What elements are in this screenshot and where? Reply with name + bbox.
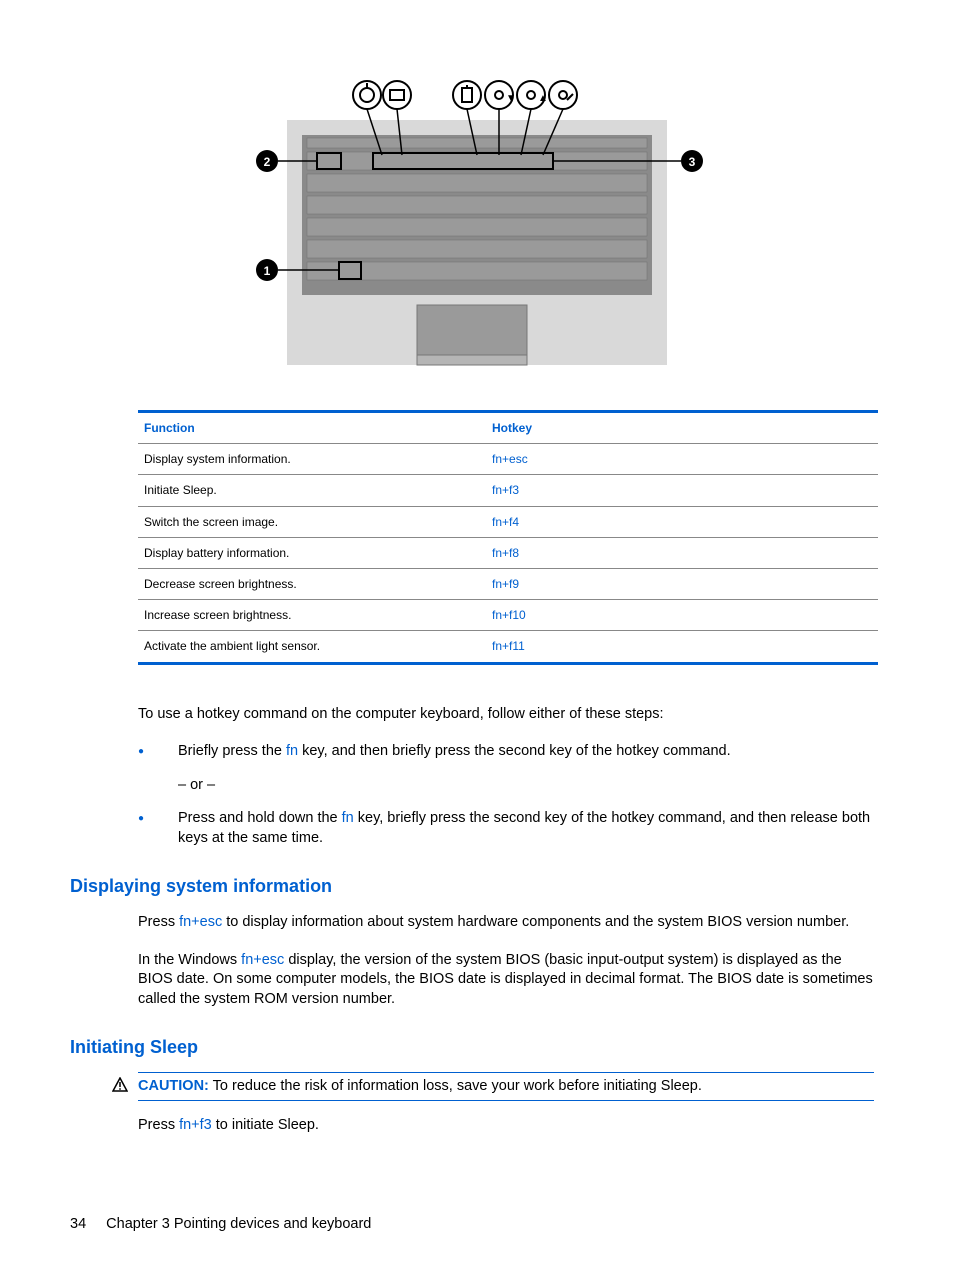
chapter-title: Chapter 3 Pointing devices and keyboard — [106, 1216, 371, 1232]
table-row: Increase screen brightness.fn+f10 — [138, 600, 878, 631]
steps-list: Briefly press the fn key, and then brief… — [138, 742, 874, 848]
svg-text:▲: ▲ — [538, 93, 548, 104]
fn-key-term: fn — [286, 743, 298, 759]
body-paragraph: In the Windows fn+esc display, the versi… — [138, 951, 874, 1010]
hotkey-term: fn+esc — [241, 952, 284, 968]
caution-box: CAUTION: To reduce the risk of informati… — [138, 1072, 874, 1102]
col-header-function: Function — [138, 412, 486, 444]
intro-text: To use a hotkey command on the computer … — [138, 705, 874, 725]
hotkey-table: Function Hotkey Display system informati… — [138, 410, 878, 665]
keyboard-hotkey-figure: ▼ ▲ 2 1 3 — [247, 60, 707, 380]
svg-text:3: 3 — [689, 155, 696, 169]
page-footer: 34 Chapter 3 Pointing devices and keyboa… — [70, 1215, 884, 1235]
caution-label: CAUTION: — [138, 1078, 209, 1094]
hotkey-term: fn+esc — [179, 914, 222, 930]
caution-icon — [112, 1077, 128, 1100]
col-header-hotkey: Hotkey — [486, 412, 878, 444]
table-row: Switch the screen image.fn+f4 — [138, 506, 878, 537]
page-number: 34 — [70, 1215, 86, 1235]
table-row: Decrease screen brightness.fn+f9 — [138, 568, 878, 599]
table-row: Initiate Sleep.fn+f3 — [138, 475, 878, 506]
hotkey-term: fn+f3 — [179, 1117, 212, 1133]
fn-key-term: fn — [342, 810, 354, 826]
section-heading-display-info: Displaying system information — [70, 874, 884, 898]
svg-text:▼: ▼ — [506, 93, 516, 104]
list-item: Press and hold down the fn key, briefly … — [138, 809, 874, 848]
or-separator: – or – — [178, 776, 874, 796]
svg-text:2: 2 — [264, 155, 271, 169]
list-item: Briefly press the fn key, and then brief… — [138, 742, 874, 795]
body-paragraph: Press fn+f3 to initiate Sleep. — [138, 1116, 874, 1136]
table-row: Display system information.fn+esc — [138, 444, 878, 475]
svg-text:1: 1 — [264, 264, 271, 278]
section-heading-sleep: Initiating Sleep — [70, 1035, 884, 1059]
table-row: Activate the ambient light sensor.fn+f11 — [138, 631, 878, 663]
table-row: Display battery information.fn+f8 — [138, 537, 878, 568]
body-paragraph: Press fn+esc to display information abou… — [138, 913, 874, 933]
